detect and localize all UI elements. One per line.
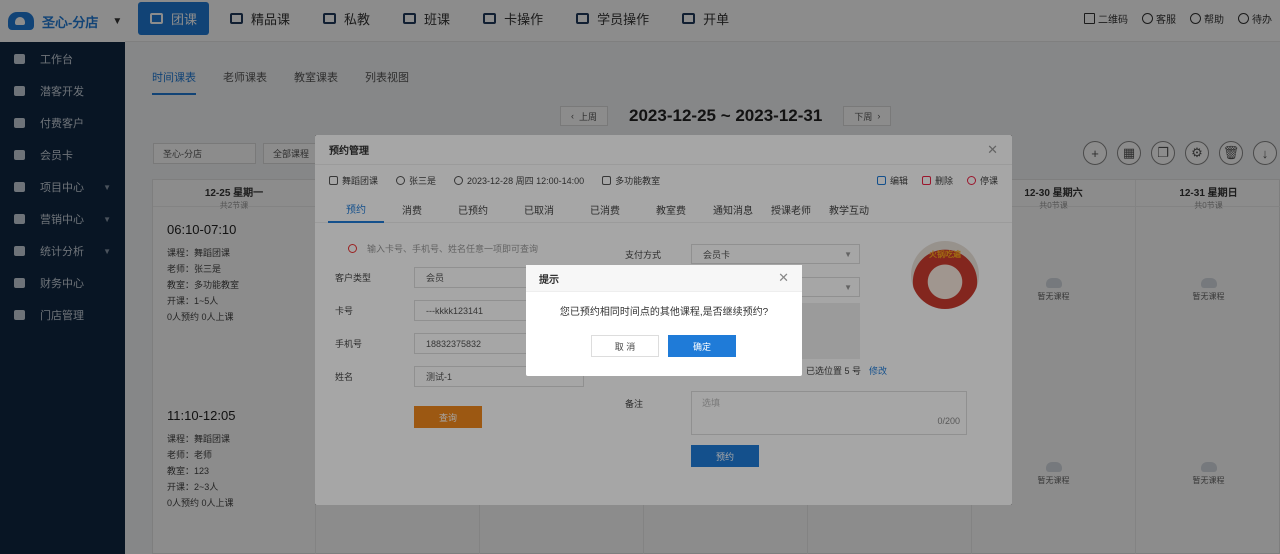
dialog-message: 您已预约相同时间点的其他课程,是否继续预约? — [559, 307, 769, 318]
dialog-buttons: 取 消 确定 — [591, 335, 745, 357]
confirm-button[interactable]: 确定 — [668, 335, 736, 357]
close-icon[interactable]: ✕ — [778, 270, 789, 286]
cancel-button[interactable]: 取 消 — [591, 335, 659, 357]
dialog-header: 提示 ✕ — [526, 265, 802, 292]
confirm-dialog: 提示 ✕ 您已预约相同时间点的其他课程,是否继续预约? 取 消 确定 — [526, 265, 802, 376]
app-root: 圣心-分店 ▼ 团课 精品课 私教 班课 卡操作 学员操作 开单 二维码 客服 … — [0, 0, 1280, 554]
dialog-title: 提示 — [539, 274, 559, 286]
